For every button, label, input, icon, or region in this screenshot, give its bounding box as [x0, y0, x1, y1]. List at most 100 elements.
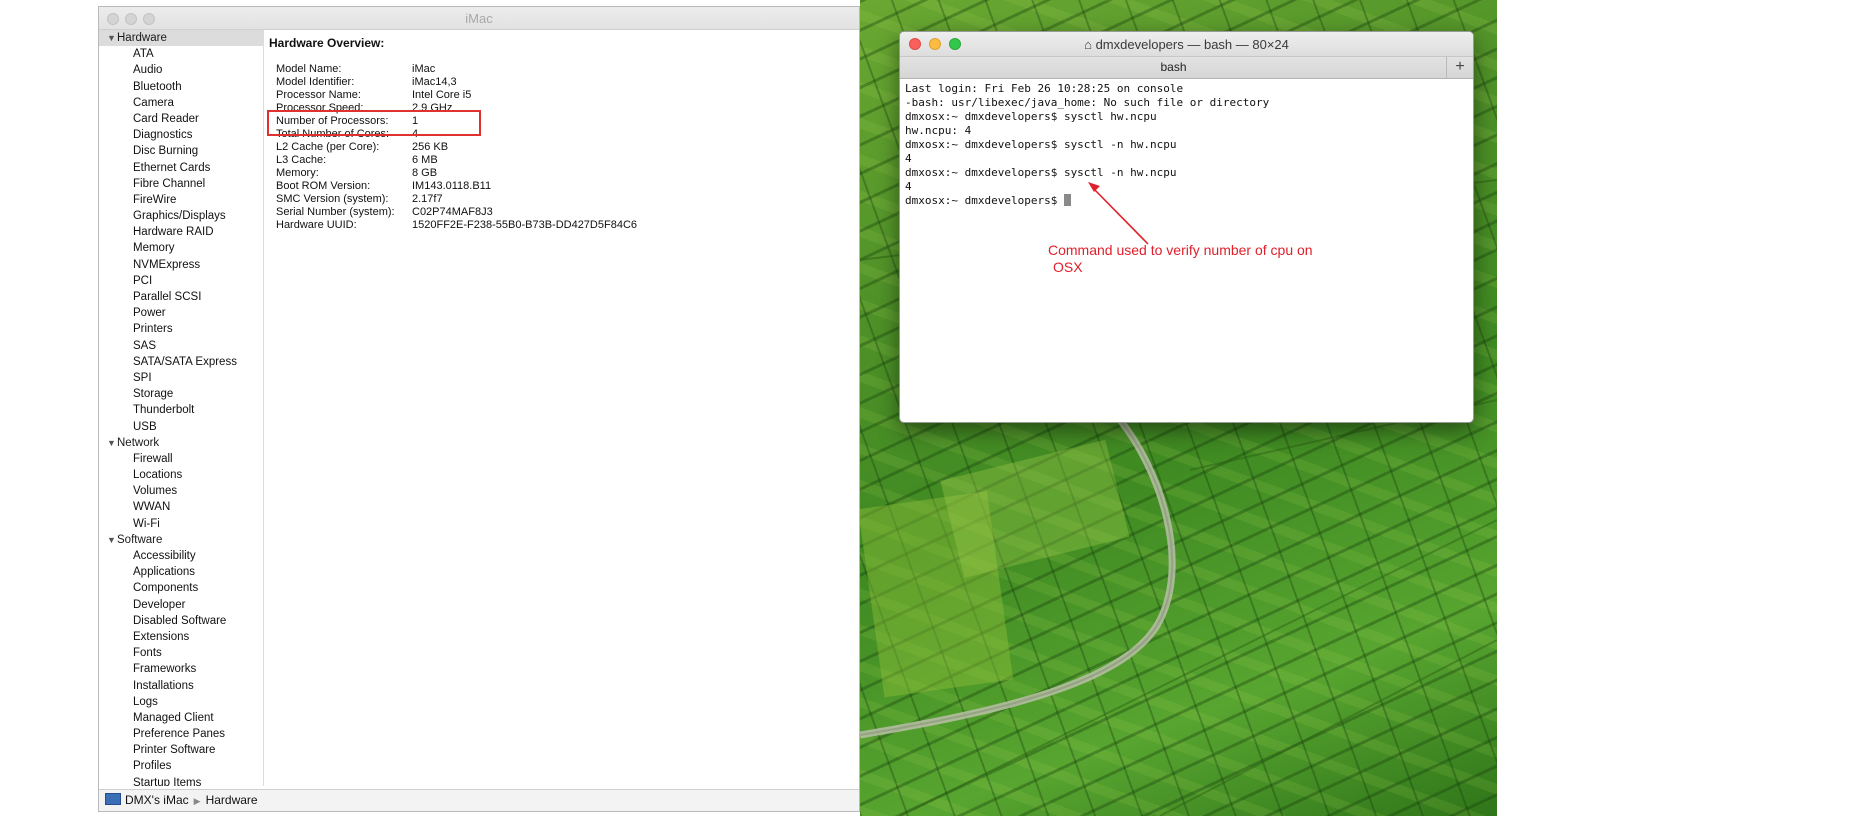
- sidebar-item[interactable]: Hardware RAID: [99, 224, 263, 240]
- spec-label: Boot ROM Version:: [276, 180, 371, 192]
- terminal-cursor: [1063, 194, 1071, 206]
- spec-value: 2.17f7: [412, 193, 443, 205]
- sidebar-item[interactable]: Printer Software: [99, 742, 263, 758]
- sidebar-item[interactable]: Managed Client: [99, 710, 263, 726]
- spec-label: L3 Cache:: [276, 154, 327, 166]
- sidebar-item[interactable]: Frameworks: [99, 661, 263, 677]
- sidebar-item[interactable]: SPI: [99, 370, 263, 386]
- sidebar-item[interactable]: Ethernet Cards: [99, 160, 263, 176]
- terminal-titlebar[interactable]: ⌂ dmxdevelopers — bash — 80×24: [900, 32, 1473, 56]
- disclosure-triangle-icon[interactable]: ▼: [107, 532, 117, 548]
- sidebar-item[interactable]: Disabled Software: [99, 613, 263, 629]
- sidebar-group-network[interactable]: ▼Network: [99, 435, 263, 451]
- path-computer[interactable]: DMX's iMac: [125, 793, 189, 807]
- disclosure-triangle-icon[interactable]: ▼: [107, 435, 117, 451]
- sidebar-group-software[interactable]: ▼Software: [99, 532, 263, 548]
- sidebar-item[interactable]: Printers: [99, 321, 263, 337]
- terminal-title: ⌂ dmxdevelopers — bash — 80×24: [900, 37, 1473, 52]
- spec-value: iMac: [412, 63, 436, 75]
- sidebar-item[interactable]: Extensions: [99, 629, 263, 645]
- sidebar-item[interactable]: Thunderbolt: [99, 402, 263, 418]
- sidebar-item[interactable]: Components: [99, 580, 263, 596]
- terminal-line-text: dmxosx:~ dmxdevelopers$ sysctl -n hw.ncp…: [905, 138, 1177, 151]
- sidebar-item[interactable]: ATA: [99, 46, 263, 62]
- sidebar-group-label: Software: [117, 533, 163, 546]
- detail-pane: Hardware Overview: Model Name: iMac Model …: [265, 30, 859, 786]
- sidebar-item[interactable]: Accessibility: [99, 548, 263, 564]
- sidebar-item[interactable]: Camera: [99, 95, 263, 111]
- sidebar-group-hardware[interactable]: ▼Hardware: [99, 30, 263, 47]
- terminal-title-text: dmxdevelopers — bash — 80×24: [1095, 37, 1289, 52]
- path-bar: DMX's iMac ▶ Hardware: [99, 789, 859, 811]
- spec-row: SMC Version (system): 2.17f7: [276, 193, 637, 206]
- sidebar-item[interactable]: Disc Burning: [99, 143, 263, 159]
- sidebar-item[interactable]: Volumes: [99, 483, 263, 499]
- computer-icon: [105, 793, 121, 805]
- spec-row: Model Name: iMac: [276, 63, 637, 76]
- spec-label: Hardware UUID:: [276, 219, 357, 231]
- terminal-line: hw.ncpu: 4: [905, 124, 1468, 138]
- sidebar-item[interactable]: Card Reader: [99, 111, 263, 127]
- detail-heading: Hardware Overview:: [269, 36, 385, 50]
- sidebar-item[interactable]: Audio: [99, 62, 263, 78]
- sidebar-item[interactable]: Developer: [99, 597, 263, 613]
- terminal-line-text: dmxosx:~ dmxdevelopers$ sysctl -n hw.ncp…: [905, 166, 1177, 179]
- sidebar-group-label: Hardware: [117, 32, 167, 44]
- spec-label: Model Name:: [276, 63, 342, 75]
- terminal-line: 4: [905, 152, 1468, 166]
- terminal-window: ⌂ dmxdevelopers — bash — 80×24 bash + La…: [899, 31, 1474, 423]
- sidebar-item[interactable]: Preference Panes: [99, 726, 263, 742]
- terminal-line-text: hw.ncpu: 4: [905, 124, 972, 137]
- sidebar-item[interactable]: Startup Items: [99, 775, 263, 786]
- terminal-tab-bar: bash +: [900, 56, 1473, 79]
- sidebar-item[interactable]: Diagnostics: [99, 127, 263, 143]
- sidebar-item[interactable]: Fibre Channel: [99, 176, 263, 192]
- sidebar-item[interactable]: WWAN: [99, 499, 263, 515]
- path-section[interactable]: Hardware: [206, 793, 258, 807]
- spec-value: iMac14,3: [412, 76, 457, 88]
- sidebar-item[interactable]: Locations: [99, 467, 263, 483]
- annotation-line-2: OSX: [1053, 259, 1083, 275]
- sidebar-item[interactable]: Graphics/Displays: [99, 208, 263, 224]
- new-tab-button[interactable]: +: [1446, 57, 1473, 78]
- terminal-line: dmxosx:~ dmxdevelopers$: [905, 194, 1468, 208]
- annotation-line-1: Command used to verify number of cpu on: [1048, 242, 1313, 258]
- sidebar-item[interactable]: Parallel SCSI: [99, 289, 263, 305]
- spec-label: L2 Cache (per Core):: [276, 141, 380, 153]
- spec-label: Memory:: [276, 167, 319, 179]
- spec-value: C02P74MAF8J3: [412, 206, 493, 218]
- window-title: iMac: [465, 11, 493, 26]
- terminal-line: Last login: Fri Feb 26 10:28:25 on conso…: [905, 82, 1468, 96]
- sidebar-item[interactable]: Installations: [99, 678, 263, 694]
- sidebar-item[interactable]: Memory: [99, 240, 263, 256]
- sidebar-item[interactable]: USB: [99, 419, 263, 435]
- spec-row: Boot ROM Version: IM143.0118.B11: [276, 180, 637, 193]
- sidebar-item[interactable]: Fonts: [99, 645, 263, 661]
- spec-value: 6 MB: [412, 154, 438, 166]
- spec-row: Memory: 8 GB: [276, 167, 637, 180]
- spec-row: L2 Cache (per Core): 256 KB: [276, 141, 637, 154]
- sidebar-item[interactable]: Bluetooth: [99, 79, 263, 95]
- sidebar-item[interactable]: Logs: [99, 694, 263, 710]
- sidebar-item[interactable]: Storage: [99, 386, 263, 402]
- sidebar-item[interactable]: SATA/SATA Express: [99, 354, 263, 370]
- spec-value: IM143.0118.B11: [412, 180, 492, 192]
- sidebar-item[interactable]: Firewall: [99, 451, 263, 467]
- sidebar-item[interactable]: SAS: [99, 338, 263, 354]
- terminal-output[interactable]: Last login: Fri Feb 26 10:28:25 on conso…: [900, 79, 1473, 211]
- tab-bash[interactable]: bash: [900, 60, 1447, 74]
- sidebar-item[interactable]: Profiles: [99, 758, 263, 774]
- disclosure-triangle-icon[interactable]: ▼: [107, 30, 117, 46]
- sidebar-item[interactable]: Power: [99, 305, 263, 321]
- sysinfo-titlebar[interactable]: iMac: [99, 7, 859, 30]
- sidebar-item[interactable]: NVMExpress: [99, 257, 263, 273]
- terminal-line-text: 4: [905, 180, 912, 193]
- sidebar-item[interactable]: Wi-Fi: [99, 516, 263, 532]
- sidebar-item[interactable]: PCI: [99, 273, 263, 289]
- terminal-line-text: dmxosx:~ dmxdevelopers$ sysctl hw.ncpu: [905, 110, 1157, 123]
- sidebar-item[interactable]: FireWire: [99, 192, 263, 208]
- terminal-line: 4: [905, 180, 1468, 194]
- annotation-text: Command used to verify number of cpu on …: [1048, 242, 1368, 276]
- highlight-box: [267, 110, 481, 136]
- sidebar-item[interactable]: Applications: [99, 564, 263, 580]
